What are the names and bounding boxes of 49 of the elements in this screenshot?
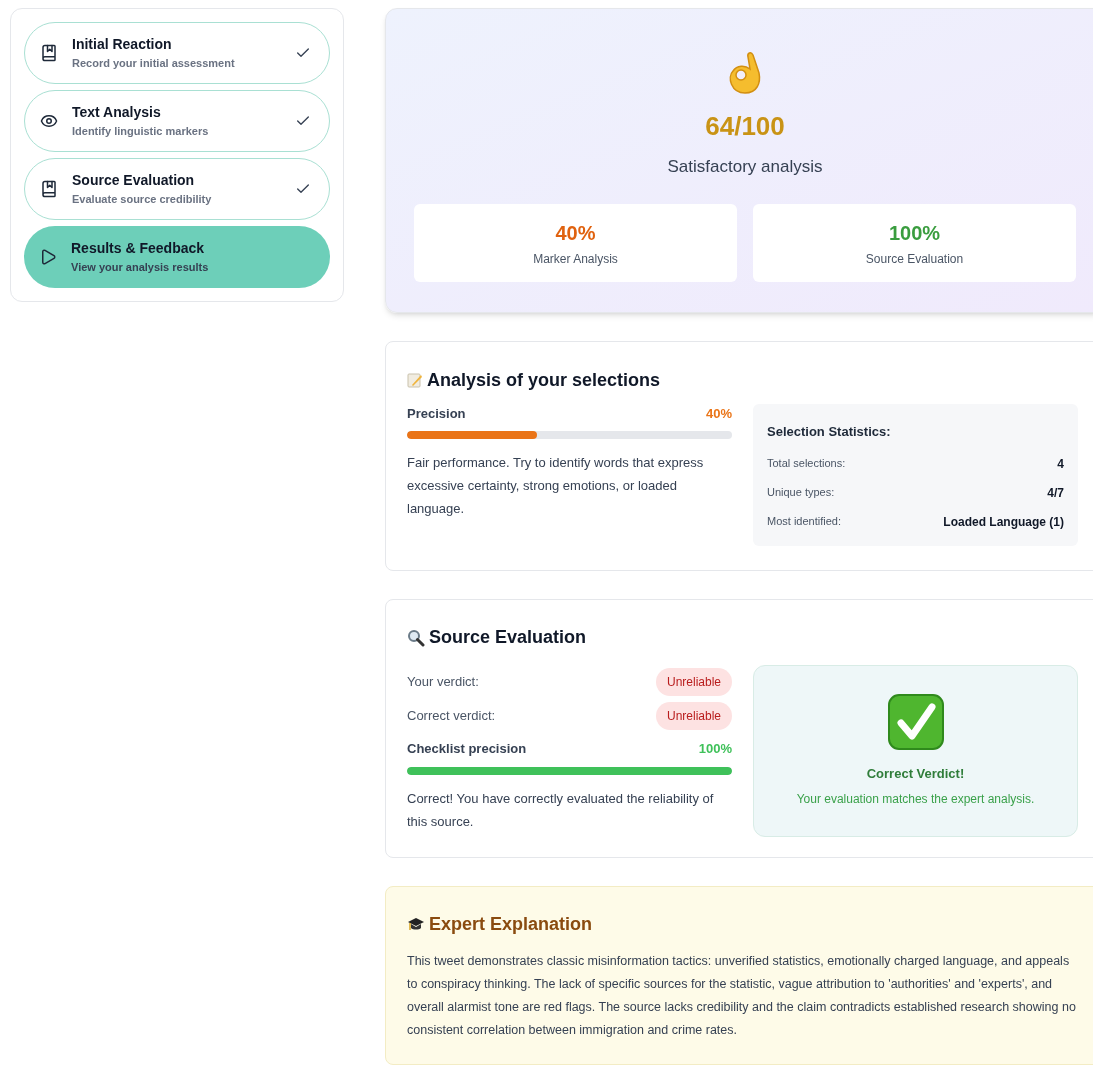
step-subtitle: Evaluate source credibility <box>72 192 213 208</box>
step-item[interactable]: Initial Reaction Record your initial assessment <box>24 22 330 84</box>
feedback-text: Fair performance. Try to identify words that express excessive certainty, strong emotions, or loaded language. <box>407 454 705 518</box>
verdict-label: Correct verdict: <box>407 707 496 726</box>
step-title: Results & Feedback <box>71 239 206 259</box>
step-subtitle: View your analysis results <box>71 260 210 276</box>
verdict-label: Your verdict: <box>407 673 479 692</box>
stat-value: 4/7 <box>1047 484 1064 502</box>
verdict-badge: Unreliable <box>655 702 732 730</box>
book-icon <box>40 44 58 62</box>
score-value: 64/100 <box>705 110 785 143</box>
eye-icon <box>40 112 58 130</box>
result-text: Your evaluation matches the expert analysis. <box>796 790 1035 808</box>
verdict-badge: Unreliable <box>655 668 732 696</box>
bar-label: Checklist precision <box>407 740 527 758</box>
bar-label: Precision <box>407 404 466 423</box>
metric-label: Source Evaluation <box>865 250 964 268</box>
expert-text: This tweet demonstrates classic misinformation tactics: unverified statistics, emotionally charged language, and appeals to conspiracy thinking. The lack of specific sources for the statistic, vague attribution to 'authorities' and 'experts', and overall alarmist tone are red flags. The source lacks credibility and the claim contradicts established research showing no consistent correlation between immigration and crime rates. <box>407 952 1077 1039</box>
metric-value: 40% <box>555 220 596 246</box>
step-title: Text Analysis <box>72 103 162 123</box>
step-subtitle: Record your initial assessment <box>72 56 236 72</box>
step-item[interactable]: Text Analysis Identify linguistic markers <box>24 90 330 152</box>
memo-icon <box>407 372 423 388</box>
step-subtitle: Identify linguistic markers <box>72 124 210 140</box>
bar-reading: 40% <box>705 404 732 423</box>
stat-label: Most identified: <box>767 514 841 530</box>
feedback-text: Correct! You have correctly evaluated the reliability of this source. <box>407 789 715 831</box>
stat-value: 4 <box>1057 455 1064 473</box>
section-title: Source Evaluation <box>429 626 587 649</box>
play-icon <box>39 248 57 266</box>
graduation-cap-icon <box>407 916 425 932</box>
step-title: Source Evaluation <box>72 171 196 191</box>
metric-value: 100% <box>888 220 941 246</box>
stat-label: Unique types: <box>767 485 835 501</box>
bar-reading: 100% <box>698 740 732 758</box>
book-icon <box>40 180 58 198</box>
step-item[interactable]: Results & Feedback View your analysis results <box>24 226 330 288</box>
check-mark-icon <box>887 694 944 750</box>
score-label: Satisfactory analysis <box>667 156 823 178</box>
magnifier-icon <box>407 628 425 647</box>
stat-label: Total selections: <box>767 456 846 472</box>
metric-label: Marker Analysis <box>533 250 618 268</box>
step-item[interactable]: Source Evaluation Evaluate source credibility <box>24 158 330 220</box>
stat-value: Loaded Language (1) <box>943 513 1064 531</box>
stats-title: Selection Statistics: <box>767 422 892 441</box>
result-title: Correct Verdict! <box>866 765 965 783</box>
section-title: Expert Explanation <box>429 912 593 936</box>
step-title: Initial Reaction <box>72 35 173 55</box>
section-title: Analysis of your selections <box>427 368 661 392</box>
